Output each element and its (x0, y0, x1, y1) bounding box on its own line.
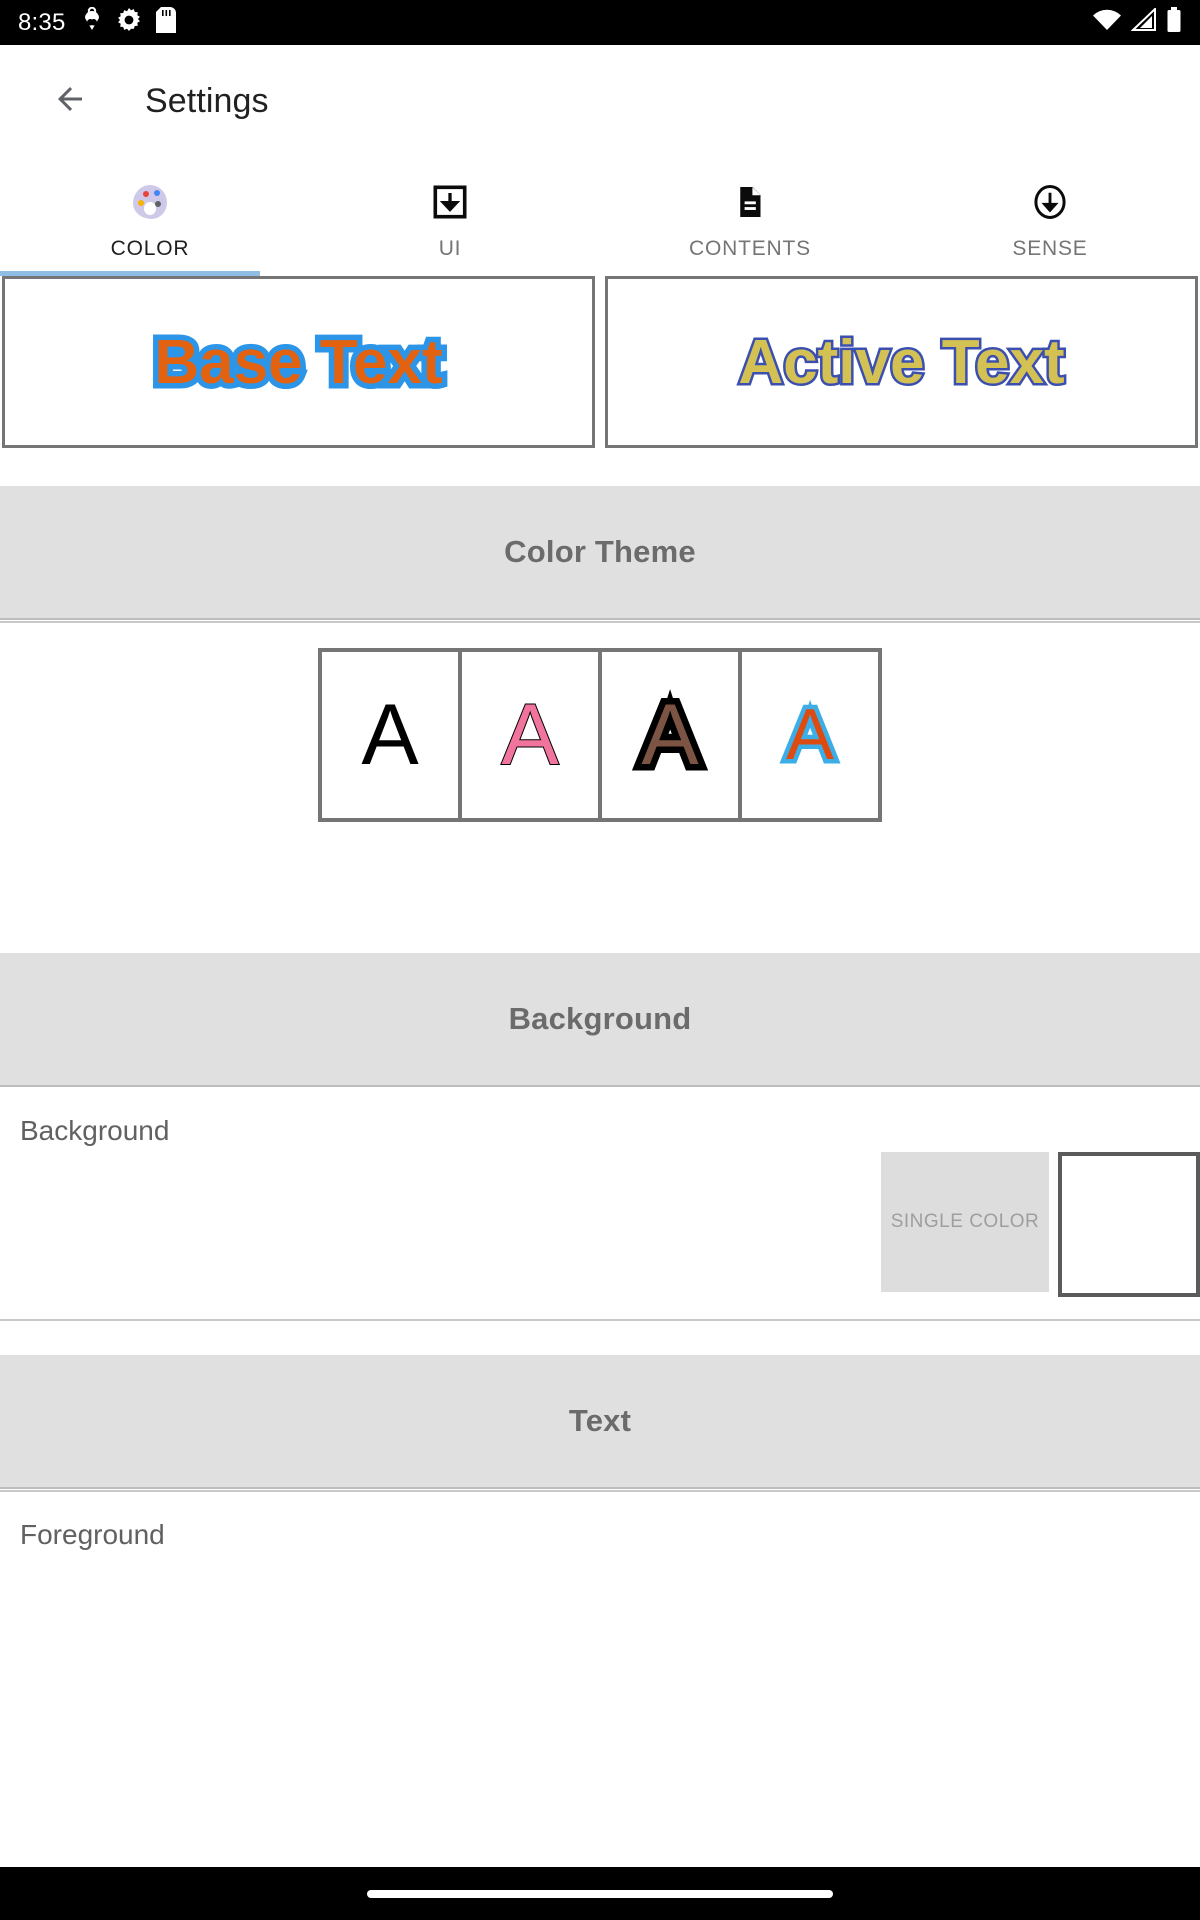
back-button[interactable] (48, 79, 92, 123)
theme-swatch-letter: A (361, 687, 419, 783)
download-box-icon (432, 179, 468, 225)
status-bar: 8:35 (0, 0, 1200, 45)
theme-swatch-letter: A (500, 687, 559, 783)
home-gesture-pill[interactable] (367, 1889, 833, 1898)
section-header-color-theme: Color Theme (0, 486, 1200, 623)
status-bar-system-icons (1092, 6, 1182, 38)
background-setting-row: Background SINGLE COLOR (0, 1087, 1200, 1319)
spacer-after-background (0, 1321, 1200, 1355)
tab-label-contents: CONTENTS (689, 237, 811, 260)
arrow-back-icon (52, 81, 88, 122)
spacer-after-preview (0, 448, 1200, 486)
base-text-sample: Base Text (149, 322, 448, 402)
section-title-text: Text (568, 1403, 632, 1438)
app-bar: Settings (0, 45, 1200, 157)
section-title-color-theme: Color Theme (504, 534, 696, 569)
tab-label-color: COLOR (110, 237, 190, 260)
tab-sense[interactable]: SENSE (900, 157, 1200, 276)
page-title: Settings (145, 81, 269, 120)
tab-ui[interactable]: UI (300, 157, 600, 276)
system-navigation-bar (0, 1867, 1200, 1920)
tab-contents[interactable]: CONTENTS (600, 157, 900, 276)
foreground-row-label: Foreground (20, 1519, 165, 1550)
active-text-preview[interactable]: Active Text (605, 276, 1198, 448)
single-color-button[interactable]: SINGLE COLOR (881, 1152, 1049, 1292)
section-title-background: Background (508, 1001, 692, 1036)
tab-bar: COLOR UI CONTENTS SENSE (0, 157, 1200, 276)
preview-row: Base Text Active Text (0, 276, 1200, 448)
status-bar-clock: 8:35 (18, 8, 66, 36)
background-row-label: Background (20, 1115, 170, 1146)
active-text-sample: Active Text (736, 325, 1067, 399)
background-controls: SINGLE COLOR (881, 1152, 1200, 1297)
color-theme-swatch-area: A A A A (0, 620, 1200, 850)
base-text-preview[interactable]: Base Text (2, 276, 595, 448)
status-bar-notification-icons (82, 6, 176, 38)
cellular-signal-icon (1130, 6, 1157, 37)
tab-active-indicator (0, 271, 260, 276)
section-header-background: Background (0, 953, 1200, 1090)
tab-label-ui: UI (438, 237, 462, 260)
theme-swatch-black[interactable]: A (322, 652, 458, 818)
wifi-icon (1092, 8, 1122, 37)
battery-icon (1166, 7, 1182, 38)
theme-swatch-brown[interactable]: A (602, 652, 738, 818)
color-theme-swatch-strip: A A A A (318, 648, 882, 822)
background-color-chip[interactable] (1058, 1152, 1200, 1297)
theme-swatch-letter: A (635, 686, 705, 785)
theme-swatch-orange-blue[interactable]: A (742, 652, 878, 818)
theme-swatch-pink[interactable]: A (462, 652, 598, 818)
spacer-after-themes (0, 850, 1200, 953)
gear-icon (116, 7, 142, 38)
sd-card-icon (155, 7, 176, 38)
section-header-text: Text (0, 1355, 1200, 1492)
tab-color[interactable]: COLOR (0, 157, 300, 276)
heart-pulse-icon (82, 6, 102, 38)
theme-swatch-letter: A (781, 695, 838, 776)
document-icon (732, 179, 768, 225)
foreground-setting-row: Foreground (0, 1489, 1200, 1551)
circle-arrow-down-icon (1032, 179, 1068, 225)
tab-label-sense: SENSE (1012, 237, 1088, 260)
palette-icon (133, 179, 167, 225)
